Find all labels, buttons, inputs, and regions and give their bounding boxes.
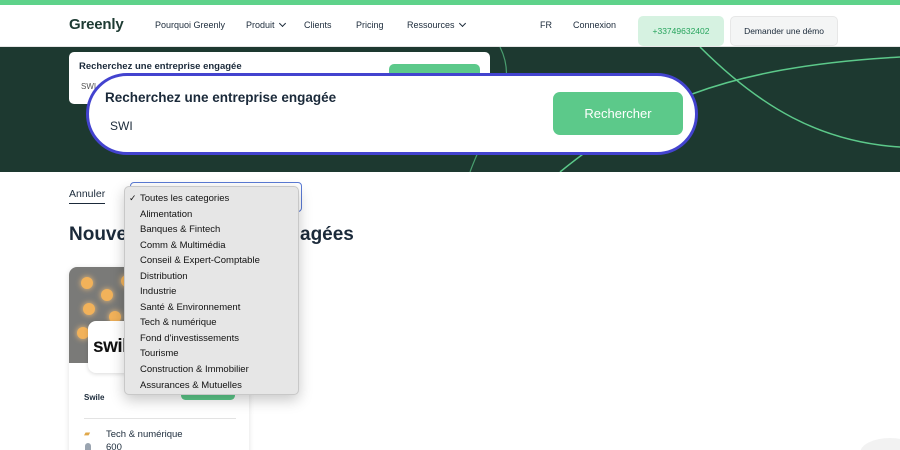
nav-produit[interactable]: Produit (246, 19, 286, 30)
nav-pricing[interactable]: Pricing (356, 20, 384, 30)
dropdown-option[interactable]: Tourisme (125, 346, 298, 362)
dropdown-option[interactable]: Conseil & Expert-Comptable (125, 253, 298, 269)
dropdown-option[interactable]: Alimentation (125, 207, 298, 223)
company-employees: 600 (106, 442, 122, 450)
nav-clients[interactable]: Clients (304, 20, 332, 30)
checkmark-icon: ✓ (129, 193, 137, 203)
search-title: Recherchez une entreprise engagée (105, 90, 337, 105)
briefcase-icon: ▰ (84, 429, 91, 438)
chevron-down-icon (278, 19, 286, 28)
top-navbar: Greenly Pourquoi Greenly Produit Clients… (0, 5, 900, 47)
chevron-down-icon (458, 19, 466, 28)
dropdown-option[interactable]: Industrie (125, 284, 298, 300)
language-switch[interactable]: FR (540, 20, 552, 30)
login-link[interactable]: Connexion (573, 20, 616, 30)
section-title-end: agées (300, 224, 354, 245)
greenly-logo[interactable]: Greenly (69, 16, 124, 33)
category-dropdown-menu[interactable]: ✓ Toutes les categories Alimentation Banq… (124, 186, 299, 395)
search-input[interactable]: SWI (110, 119, 133, 133)
dropdown-option[interactable]: Santé & Environnement (125, 300, 298, 316)
floating-widget-shadow (860, 438, 900, 450)
dropdown-option[interactable]: Banques & Fintech (125, 222, 298, 238)
search-button[interactable]: Rechercher (553, 92, 683, 135)
dropdown-option[interactable]: Comm & Multimédia (125, 238, 298, 254)
dropdown-option[interactable]: ✓ Toutes les categories (125, 191, 298, 207)
search-panel-title: Recherchez une entreprise engagée (79, 61, 242, 72)
company-category: Tech & numérique (106, 429, 183, 440)
person-icon (85, 443, 91, 450)
section-title-start: Nouve (69, 224, 128, 245)
dropdown-option[interactable]: Fond d'investissements (125, 331, 298, 347)
dropdown-option[interactable]: Tech & numérique (125, 315, 298, 331)
dropdown-option[interactable]: Assurances & Mutuelles (125, 378, 298, 394)
demo-button[interactable]: Demander une démo (730, 16, 838, 46)
company-name: Swile (84, 393, 105, 402)
phone-button[interactable]: +33749632402 (638, 16, 724, 46)
cancel-link[interactable]: Annuler (69, 188, 106, 204)
dropdown-option[interactable]: Distribution (125, 269, 298, 285)
dropdown-option[interactable]: Construction & Immobilier (125, 362, 298, 378)
search-box-focused: Recherchez une entreprise engagée SWI Re… (86, 73, 698, 155)
nav-ressources[interactable]: Ressources (407, 19, 466, 30)
nav-pourquoi-greenly[interactable]: Pourquoi Greenly (155, 20, 225, 30)
divider (84, 418, 236, 419)
section-title: Nouve agées (69, 224, 354, 246)
